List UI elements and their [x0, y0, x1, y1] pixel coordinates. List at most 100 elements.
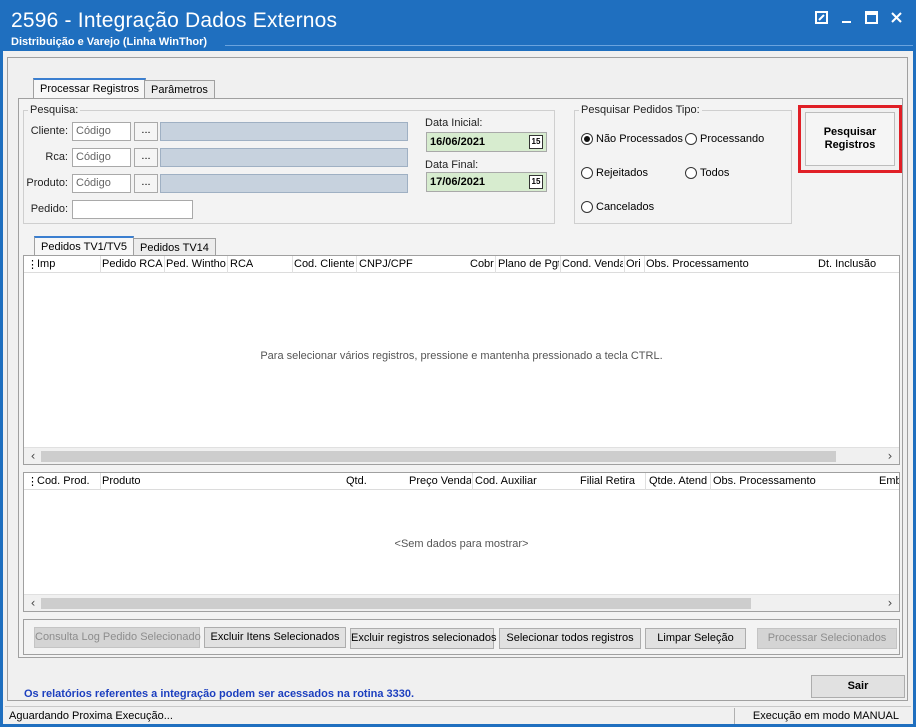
- radio-button[interactable]: [581, 133, 593, 145]
- cliente-label: Cliente:: [30, 125, 68, 137]
- scroll-right-icon[interactable]: ›: [883, 449, 897, 463]
- itens-grid-header: ⋮ Cod. Prod. Produto Qtd. Preço Venda Co…: [24, 473, 899, 490]
- tab-pedidos-tv1-tv5[interactable]: Pedidos TV1/TV5: [34, 236, 135, 257]
- cliente-codigo-input[interactable]: Código: [72, 122, 131, 141]
- itens-grid-hscroll[interactable]: ‹ ›: [24, 594, 899, 611]
- col-obs-processamento[interactable]: Obs. Processamento: [646, 258, 749, 270]
- col-produto[interactable]: Produto: [102, 475, 141, 487]
- calendar-icon[interactable]: 15: [529, 135, 543, 149]
- col-imp[interactable]: Imp: [37, 258, 55, 270]
- close-icon[interactable]: [888, 9, 905, 26]
- radio-label: Cancelados: [596, 201, 655, 213]
- rca-nome-field: [160, 148, 408, 167]
- radio-button[interactable]: [685, 133, 697, 145]
- col-rca[interactable]: RCA: [230, 258, 253, 270]
- col-plano-pgto[interactable]: Plano de Pgt: [498, 258, 559, 270]
- title-divider: [225, 45, 913, 46]
- col-pedido-rca[interactable]: Pedido RCA: [102, 258, 164, 270]
- col-cod-auxiliar[interactable]: Cod. Auxiliar: [475, 475, 537, 487]
- col-qtde-atend[interactable]: Qtde. Atend: [649, 475, 710, 487]
- col-qtd[interactable]: Qtd.: [346, 475, 367, 487]
- selecionar-todos-button[interactable]: Selecionar todos registros: [499, 628, 641, 649]
- col-cod-cliente[interactable]: Cod. Cliente: [294, 258, 356, 270]
- rca-search-button[interactable]: ...: [134, 148, 158, 167]
- maximize-icon[interactable]: [863, 9, 880, 26]
- scroll-thumb[interactable]: [41, 598, 751, 609]
- scroll-left-icon[interactable]: ‹: [26, 596, 40, 610]
- pedido-input[interactable]: [72, 200, 193, 219]
- col-cond-venda[interactable]: Cond. Venda: [562, 258, 623, 270]
- col-separator: [644, 256, 645, 273]
- col-separator: [495, 256, 496, 273]
- excluir-registros-button[interactable]: Excluir registros selecionados: [350, 628, 497, 649]
- col-preco-venda[interactable]: Preço Venda: [409, 475, 471, 487]
- col-separator: [164, 256, 165, 273]
- radio-rejeitados[interactable]: Rejeitados: [581, 167, 648, 179]
- scroll-left-icon[interactable]: ‹: [26, 449, 40, 463]
- cliente-search-button[interactable]: ...: [134, 122, 158, 141]
- pedidos-grid-hscroll[interactable]: ‹ ›: [24, 447, 899, 464]
- col-obs-processamento[interactable]: Obs. Processamento: [713, 475, 816, 487]
- processar-selecionados-button[interactable]: Processar Selecionados: [757, 628, 897, 649]
- rca-codigo-input[interactable]: Código: [72, 148, 131, 167]
- info-rotina-text: Os relatórios referentes a integração po…: [24, 688, 415, 700]
- minimize-icon[interactable]: [838, 9, 855, 26]
- limpar-selecao-button[interactable]: Limpar Seleção: [645, 628, 746, 649]
- itens-grid[interactable]: ⋮ Cod. Prod. Produto Qtd. Preço Venda Co…: [23, 472, 900, 612]
- consulta-log-button[interactable]: Consulta Log Pedido Selecionado: [34, 627, 201, 648]
- main-frame: Processar Registros Parâmetros Pesquisa:…: [7, 57, 908, 701]
- col-ori[interactable]: Ori: [626, 258, 643, 270]
- col-emb[interactable]: Emb.: [879, 475, 899, 487]
- pesquisar-registros-label: Pesquisar Registros: [805, 112, 895, 166]
- col-dt-inclusao[interactable]: Dt. Inclusão: [818, 258, 876, 270]
- col-separator: [100, 256, 101, 273]
- pedido-label: Pedido:: [30, 203, 68, 215]
- col-cod-prod[interactable]: Cod. Prod.: [37, 475, 99, 487]
- pesquisar-line1: Pesquisar: [823, 126, 877, 138]
- col-separator: [710, 473, 711, 490]
- status-left-text: Aguardando Proxima Execução...: [9, 710, 173, 722]
- col-separator: [227, 256, 228, 273]
- itens-grid-empty: <Sem dados para mostrar>: [394, 538, 529, 550]
- radio-label: Todos: [700, 167, 730, 179]
- status-bar: Aguardando Proxima Execução... Execução …: [5, 706, 911, 724]
- status-right-text: Execução em modo MANUAL: [752, 710, 899, 722]
- produto-search-button[interactable]: ...: [134, 174, 158, 193]
- col-separator: [472, 473, 473, 490]
- col-filial-retira[interactable]: Filial Retira: [580, 475, 635, 487]
- calendar-icon[interactable]: 15: [529, 175, 543, 189]
- pedidos-tipo-title: Pesquisar Pedidos Tipo:: [579, 104, 702, 116]
- window-title: 2596 - Integração Dados Externos: [11, 9, 338, 32]
- scroll-right-icon[interactable]: ›: [883, 596, 897, 610]
- excluir-itens-button[interactable]: Excluir Itens Selecionados: [204, 627, 346, 648]
- radio-todos[interactable]: Todos: [685, 167, 729, 179]
- window-controls: [813, 9, 905, 26]
- radio-button[interactable]: [685, 167, 697, 179]
- tab-processar-registros[interactable]: Processar Registros: [33, 78, 147, 99]
- window-subtitle: Distribuição e Varejo (Linha WinThor): [11, 36, 208, 48]
- sair-button[interactable]: Sair: [811, 675, 905, 698]
- restore-icon[interactable]: [813, 9, 830, 26]
- col-separator: [356, 256, 357, 273]
- rca-label: Rca:: [45, 151, 68, 163]
- data-final-input[interactable]: 17/06/2021 15: [426, 172, 547, 192]
- produto-codigo-input[interactable]: Código: [72, 174, 131, 193]
- status-separator: [734, 708, 735, 724]
- col-cobr[interactable]: Cobr: [470, 258, 494, 270]
- col-ped-winthor[interactable]: Ped. Wintho: [166, 258, 226, 270]
- pesquisar-registros-button[interactable]: Pesquisar Registros: [798, 105, 902, 173]
- scroll-thumb[interactable]: [41, 451, 836, 462]
- data-inicial-input[interactable]: 16/06/2021 15: [426, 132, 547, 152]
- radio-label: Processando: [700, 133, 765, 145]
- title-bar[interactable]: 2596 - Integração Dados Externos Distrib…: [3, 3, 913, 51]
- data-inicial-value: 16/06/2021: [430, 136, 486, 148]
- radio-button[interactable]: [581, 167, 593, 179]
- radio-cancelados[interactable]: Cancelados: [581, 201, 654, 213]
- tab-parametros[interactable]: Parâmetros: [144, 80, 215, 99]
- pedidos-grid-hint: Para selecionar vários registros, pressi…: [260, 350, 663, 362]
- pedidos-grid[interactable]: ⋮ Imp Pedido RCA Ped. Wintho RCA Cod. Cl…: [23, 255, 900, 465]
- col-cnpj-cpf[interactable]: CNPJ/CPF: [359, 258, 413, 270]
- radio-nao-processados[interactable]: Não Processados: [581, 133, 683, 145]
- radio-button[interactable]: [581, 201, 593, 213]
- radio-processando[interactable]: Processando: [685, 133, 764, 145]
